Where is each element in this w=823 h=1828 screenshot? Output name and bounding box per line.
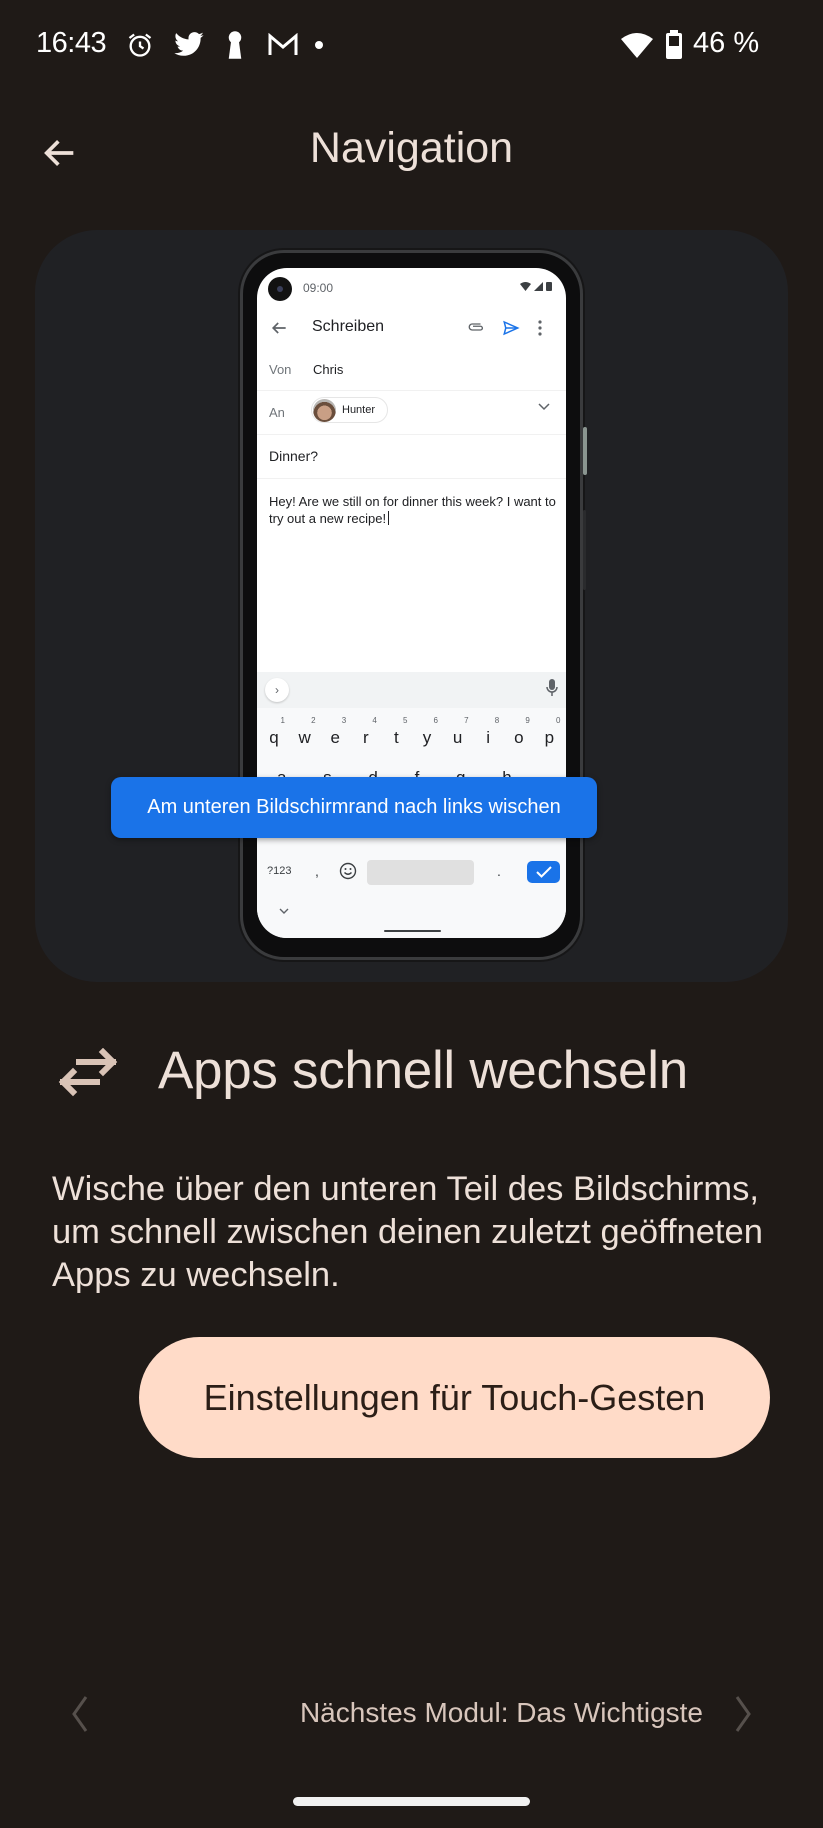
twitter-icon xyxy=(172,30,206,60)
illustration-card: 09:00 Schreiben Von Chris An Hunter Dinn… xyxy=(35,230,788,982)
subject-text: Dinner? xyxy=(269,448,319,464)
gmail-icon xyxy=(266,30,300,60)
keyhole-icon xyxy=(222,30,248,60)
check-icon xyxy=(535,866,552,878)
keyboard-key: y xyxy=(422,728,432,747)
chevron-right-icon: › xyxy=(265,678,289,702)
home-indicator[interactable] xyxy=(293,1797,530,1806)
emoji-icon xyxy=(339,862,357,880)
keyboard-key: p xyxy=(544,728,555,747)
camera-icon xyxy=(268,277,292,301)
compose-back-icon xyxy=(271,322,286,334)
recipient-name: Hunter xyxy=(342,404,376,416)
phone-volume-button xyxy=(583,510,586,590)
more-vert-icon xyxy=(538,320,542,336)
mic-icon xyxy=(546,679,558,696)
keyboard-row-qwerty: q1 w2 e3 r4 t5 y6 u7 i8 o9 p0 xyxy=(257,716,566,756)
chevron-down-icon xyxy=(538,403,550,411)
chevron-right-icon[interactable] xyxy=(725,1693,761,1735)
comma-key: , xyxy=(315,863,319,879)
avatar xyxy=(313,399,336,422)
send-icon xyxy=(503,320,520,336)
status-bar: 16:43 46 % xyxy=(0,0,823,90)
next-module-link[interactable]: Nächstes Modul: Das Wichtigste xyxy=(300,1697,703,1729)
keyboard-hide-chevron-icon xyxy=(279,908,289,914)
from-label: Von xyxy=(269,362,292,377)
keyboard-key: e xyxy=(330,728,340,747)
keyboard-key: r xyxy=(362,728,369,747)
chevron-left-icon[interactable] xyxy=(62,1693,98,1735)
keyboard-key-hint: 8 xyxy=(494,716,500,725)
phone-wifi-icon xyxy=(520,281,531,291)
text-cursor xyxy=(388,511,390,525)
more-dot-icon xyxy=(312,30,326,60)
attach-icon xyxy=(468,323,484,331)
subject-field: Dinner? xyxy=(257,435,566,479)
phone-battery-icon xyxy=(546,282,552,291)
status-time: 16:43 xyxy=(36,27,107,59)
keyboard-key: q xyxy=(269,728,279,747)
keyboard-key-hint: 2 xyxy=(311,716,316,725)
battery-percent: 46 % xyxy=(693,27,760,59)
keyboard-key-hint: 5 xyxy=(402,716,408,725)
recipient-chip: Hunter xyxy=(311,397,389,423)
from-row: Von Chris xyxy=(257,348,566,391)
keyboard-key: o xyxy=(514,728,524,747)
compose-title: Schreiben xyxy=(312,318,385,335)
compose-toolbar: Schreiben xyxy=(257,308,566,348)
swap-horiz-icon xyxy=(58,1048,118,1097)
keyboard-key-hint: 7 xyxy=(464,716,469,725)
keyboard-key: u xyxy=(452,728,463,747)
keyboard-key-hint: 9 xyxy=(525,716,530,725)
keyboard-key-hint: 6 xyxy=(433,716,438,725)
period-key: . xyxy=(497,863,501,879)
section-title: Apps schnell wechseln xyxy=(158,1041,688,1100)
message-body: Hey! Are we still on for dinner this wee… xyxy=(269,493,559,527)
space-key xyxy=(367,860,474,885)
phone-status-bar: 09:00 xyxy=(257,268,566,308)
keyboard-toolbar: › xyxy=(257,672,566,708)
symbols-key: ?123 xyxy=(267,865,292,877)
to-row: An Hunter xyxy=(257,391,566,435)
from-value: Chris xyxy=(313,362,344,377)
keyboard-key-hint: 0 xyxy=(555,716,561,725)
wifi-icon xyxy=(620,30,654,60)
keyboard-key: t xyxy=(394,728,399,747)
keyboard-bottom-row: ?123 , . xyxy=(257,857,566,887)
battery-icon xyxy=(664,30,684,60)
phone-time: 09:00 xyxy=(303,281,334,295)
phone-system-icons xyxy=(520,281,552,291)
page-title: Navigation xyxy=(309,124,514,172)
keyboard-key: i xyxy=(486,728,491,747)
gesture-settings-button[interactable]: Einstellungen für Touch-Gesten xyxy=(139,1337,770,1458)
swipe-hint-banner: Am unteren Bildschirmrand nach links wis… xyxy=(111,777,597,838)
phone-mockup: 09:00 Schreiben Von Chris An Hunter Dinn… xyxy=(240,250,583,960)
phone-power-button xyxy=(583,427,587,475)
phone-home-indicator xyxy=(384,930,441,932)
enter-key xyxy=(527,861,560,883)
phone-signal-icon xyxy=(534,281,543,291)
keyboard-key: w xyxy=(298,728,311,747)
alarm-icon xyxy=(124,30,156,60)
keyboard-key-hint: 4 xyxy=(372,716,377,725)
to-label: An xyxy=(269,405,285,420)
keyboard-key-hint: 1 xyxy=(280,716,285,725)
message-text: Hey! Are we still on for dinner this wee… xyxy=(269,494,556,526)
section-description: Wische über den unteren Teil des Bildsch… xyxy=(52,1170,763,1294)
keyboard-key-hint: 3 xyxy=(341,716,347,725)
